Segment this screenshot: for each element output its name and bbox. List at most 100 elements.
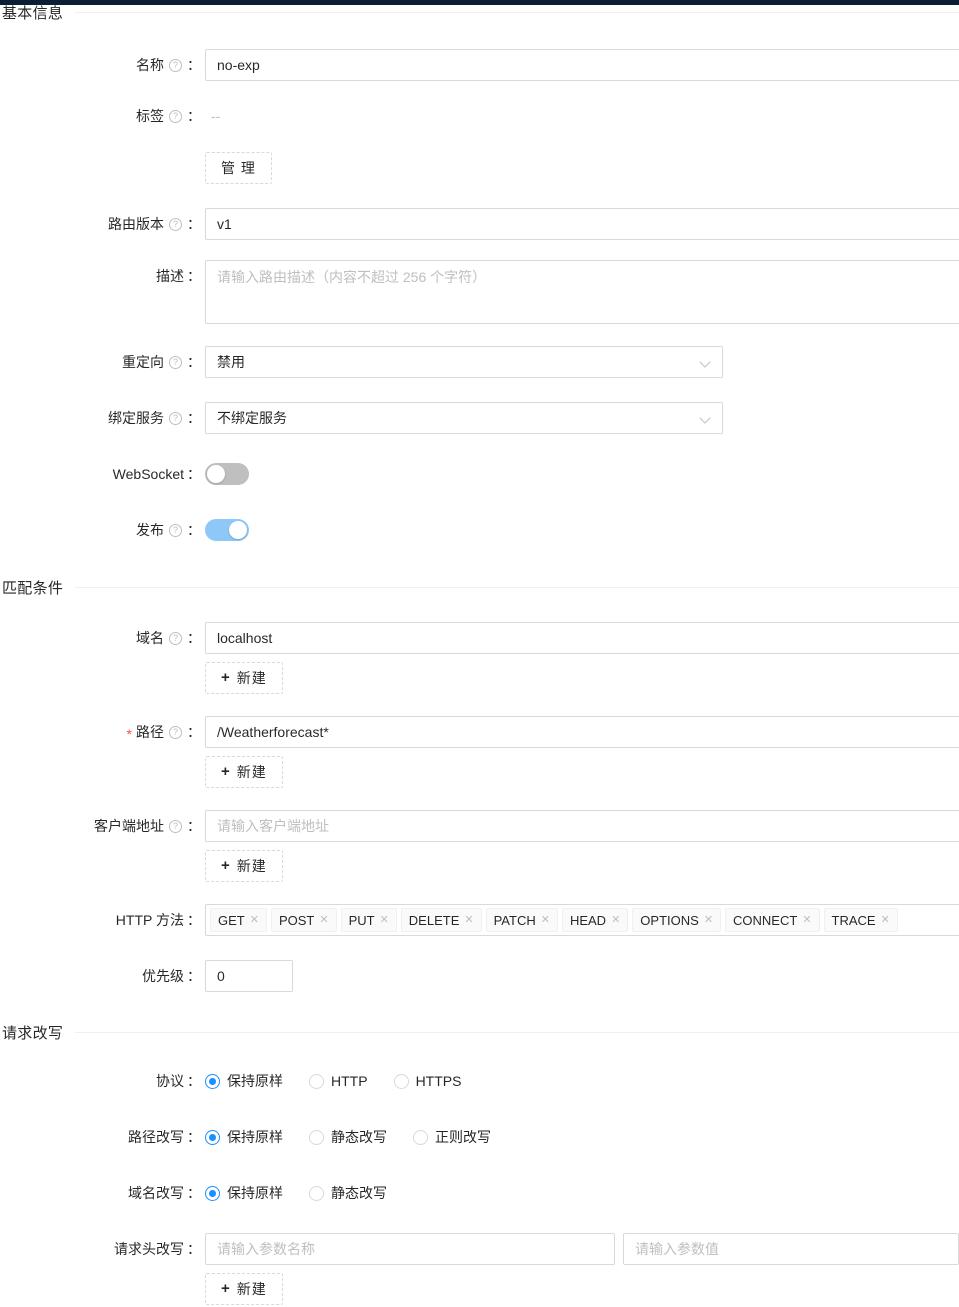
field-redirect: 禁用 <box>205 346 959 378</box>
help-circle-icon[interactable]: ? <box>169 109 182 123</box>
publish-toggle[interactable] <box>205 519 249 541</box>
section-header-basic: 基本信息 <box>0 2 959 23</box>
add-path-button[interactable]: + 新建 <box>205 756 283 788</box>
close-icon[interactable]: ✕ <box>802 914 811 926</box>
field-path: /Weatherforecast* + 新建 <box>205 716 959 788</box>
http-method-tag[interactable]: DELETE ✕ <box>400 908 482 932</box>
close-icon[interactable]: ✕ <box>704 914 713 926</box>
http-method-tag-label: HEAD <box>569 912 607 928</box>
http-method-tag-label: PATCH <box>493 912 536 928</box>
close-icon[interactable]: ✕ <box>611 914 620 926</box>
label-text-header-rewrite: 请求头改写 <box>114 1241 184 1257</box>
http-method-tag[interactable]: PATCH ✕ <box>485 908 558 932</box>
route-config-form: 基本信息 名称 ? ： no-exp 标签 ? ： -- 管 理 路由版本 ? … <box>0 2 959 1305</box>
label-colon: ： <box>187 57 201 73</box>
label-colon: ： <box>187 1073 201 1089</box>
section-header-match: 匹配条件 <box>0 577 959 598</box>
protocol-option[interactable]: HTTPS <box>393 1073 461 1089</box>
close-icon[interactable]: ✕ <box>541 914 550 926</box>
redirect-select-value: 禁用 <box>217 354 245 370</box>
label-text-redirect: 重定向 <box>122 354 164 370</box>
http-method-tag[interactable]: POST ✕ <box>270 908 337 932</box>
domain-rewrite-option[interactable]: 静态改写 <box>309 1183 387 1203</box>
http-method-tag[interactable]: PUT ✕ <box>340 908 397 932</box>
label-text-protocol: 协议 <box>156 1073 184 1089</box>
help-circle-icon[interactable]: ? <box>169 217 182 231</box>
http-method-tag[interactable]: CONNECT ✕ <box>725 908 820 932</box>
help-circle-icon[interactable]: ? <box>169 355 182 369</box>
section-title-rewrite: 请求改写 <box>2 1025 64 1042</box>
name-input[interactable]: no-exp <box>205 49 959 81</box>
bind-service-select-value: 不绑定服务 <box>217 410 287 426</box>
help-circle-icon[interactable]: ? <box>169 58 182 72</box>
label-text-priority: 优先级 <box>142 968 184 984</box>
field-row-publish: 发布 ? ： <box>0 514 959 546</box>
http-method-tag[interactable]: TRACE ✕ <box>823 908 898 932</box>
help-circle-icon[interactable]: ? <box>169 411 182 425</box>
path-rewrite-option[interactable]: 保持原样 <box>205 1127 283 1147</box>
toggle-knob <box>229 521 247 539</box>
http-method-tag-label: POST <box>278 912 315 928</box>
help-circle-icon[interactable]: ? <box>169 523 182 537</box>
help-circle-icon[interactable]: ? <box>169 819 182 833</box>
websocket-toggle[interactable] <box>205 463 249 485</box>
protocol-option[interactable]: 保持原样 <box>205 1071 283 1091</box>
radio-icon <box>309 1185 324 1201</box>
path-rewrite-option[interactable]: 静态改写 <box>309 1127 387 1147</box>
http-method-tag-label: OPTIONS <box>640 912 699 928</box>
label-domain: 域名 ? ： <box>0 622 205 654</box>
manage-tags-button[interactable]: 管 理 <box>205 152 272 184</box>
close-icon[interactable]: ✕ <box>464 914 473 926</box>
field-name: no-exp <box>205 49 959 81</box>
header-rewrite-key-input[interactable]: 请输入参数名称 <box>205 1233 616 1265</box>
protocol-radio-group: 保持原样 HTTP HTTPS <box>205 1065 959 1097</box>
http-method-tag-label: GET <box>218 912 245 928</box>
description-textarea[interactable]: 请输入路由描述（内容不超过 256 个字符） <box>205 260 959 324</box>
field-route-version: v1 <box>205 208 959 240</box>
close-icon[interactable]: ✕ <box>250 914 259 926</box>
help-circle-icon[interactable]: ? <box>169 725 182 739</box>
http-method-tag[interactable]: HEAD ✕ <box>561 908 629 932</box>
client-address-input[interactable]: 请输入客户端地址 <box>205 810 959 842</box>
add-domain-button[interactable]: + 新建 <box>205 662 283 694</box>
bind-service-select[interactable]: 不绑定服务 <box>205 402 723 434</box>
label-bind-service: 绑定服务 ? ： <box>0 402 205 434</box>
header-rewrite-value-input[interactable]: 请输入参数值 <box>623 1233 959 1265</box>
priority-input[interactable]: 0 <box>205 960 293 992</box>
add-client-address-button[interactable]: + 新建 <box>205 850 283 882</box>
label-publish: 发布 ? ： <box>0 514 205 546</box>
close-icon[interactable]: ✕ <box>881 914 890 926</box>
field-priority: 0 <box>205 960 959 992</box>
field-row-path: * 路径 ? ： /Weatherforecast* + 新建 <box>0 716 959 788</box>
http-method-tag[interactable]: GET ✕ <box>210 908 267 932</box>
label-text-websocket: WebSocket <box>112 466 184 482</box>
section-divider <box>75 12 959 13</box>
label-text-name: 名称 <box>136 57 164 73</box>
path-input[interactable]: /Weatherforecast* <box>205 716 959 748</box>
close-icon[interactable]: ✕ <box>380 914 389 926</box>
label-colon: ： <box>187 630 201 646</box>
domain-input[interactable]: localhost <box>205 622 959 654</box>
label-text-path-rewrite: 路径改写 <box>128 1129 184 1145</box>
label-colon: ： <box>187 968 201 984</box>
protocol-option-label: 保持原样 <box>227 1073 283 1089</box>
field-description: 请输入路由描述（内容不超过 256 个字符） <box>205 260 959 324</box>
field-row-header-rewrite: 请求头改写 ： 请输入参数名称 请输入参数值 + 新建 <box>0 1233 959 1305</box>
http-methods-tag-input[interactable]: GET ✕ POST ✕ PUT ✕ DELETE ✕ PATCH ✕ HEAD ✕ OPTIONS ✕ C… <box>205 904 959 936</box>
help-circle-icon[interactable]: ? <box>169 631 182 645</box>
label-websocket: WebSocket ： <box>0 458 205 490</box>
close-icon[interactable]: ✕ <box>319 914 328 926</box>
path-rewrite-option[interactable]: 正则改写 <box>413 1127 491 1147</box>
label-name: 名称 ? ： <box>0 49 205 81</box>
domain-rewrite-option[interactable]: 保持原样 <box>205 1183 283 1203</box>
field-header-rewrite: 请输入参数名称 请输入参数值 + 新建 <box>205 1233 959 1305</box>
field-row-tags: 标签 ? ： -- 管 理 <box>0 100 959 184</box>
add-header-rewrite-button[interactable]: + 新建 <box>205 1273 283 1305</box>
field-bind-service: 不绑定服务 <box>205 402 959 434</box>
protocol-option[interactable]: HTTP <box>309 1073 368 1089</box>
label-colon: ： <box>187 1185 201 1201</box>
field-row-client-address: 客户端地址 ? ： 请输入客户端地址 + 新建 <box>0 810 959 882</box>
http-method-tag[interactable]: OPTIONS ✕ <box>632 908 722 932</box>
route-version-input[interactable]: v1 <box>205 208 959 240</box>
redirect-select[interactable]: 禁用 <box>205 346 723 378</box>
